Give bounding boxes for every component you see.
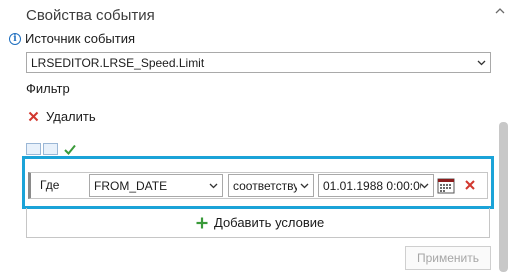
source-label-row: i Источник события [9,31,135,46]
operator-select-value: соответствует [233,178,297,193]
delete-button[interactable]: Удалить [28,109,96,124]
source-select[interactable]: LRSEDITOR.LRSE_Speed.Limit [26,52,491,73]
source-select-value: LRSEDITOR.LRSE_Speed.Limit [31,55,205,70]
operator-select[interactable]: соответствует [228,174,314,197]
field-select-value: FROM_DATE [94,178,168,193]
delete-label: Удалить [46,109,96,124]
chevron-down-icon [477,60,486,65]
info-icon[interactable]: i [9,32,21,45]
calendar-icon[interactable] [437,177,455,194]
section-title: Свойства события [26,7,155,24]
value-select-value: 01.01.1988 0:00:00 [323,178,421,193]
where-label: Где [40,178,60,192]
remove-condition-icon[interactable] [464,179,476,191]
indent-left-button[interactable] [26,143,41,155]
add-condition-button[interactable]: Добавить условие [196,215,324,230]
filter-label: Фильтр [26,81,70,96]
plus-icon [196,217,208,228]
add-condition-label: Добавить условие [214,215,325,230]
source-label: Источник события [25,31,136,46]
scrollbar[interactable] [499,122,508,272]
chevron-down-icon [209,183,218,188]
filter-toolbar [26,143,76,155]
chevron-down-icon [300,183,309,188]
collapse-icon[interactable] [495,6,505,16]
check-icon[interactable] [64,144,76,155]
chevron-down-icon [420,183,429,188]
value-select[interactable]: 01.01.1988 0:00:00 [318,174,434,197]
field-select[interactable]: FROM_DATE [89,174,223,197]
apply-button[interactable]: Применить [405,246,491,270]
indent-right-button[interactable] [43,143,58,155]
close-icon [28,111,39,122]
